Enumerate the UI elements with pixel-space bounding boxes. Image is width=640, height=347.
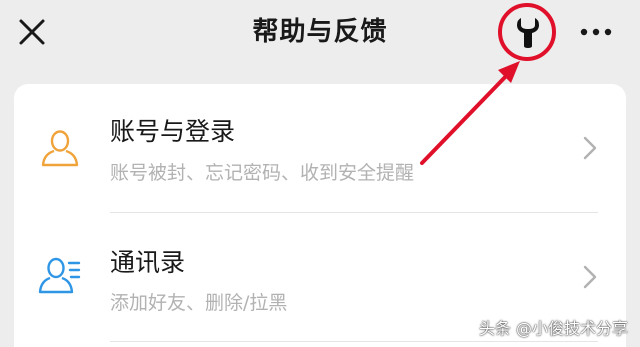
more-button[interactable] (574, 14, 618, 50)
chevron-right-icon (583, 265, 597, 289)
close-icon (19, 19, 45, 45)
item-subtitle: 添加好友、删除/拉黑 (110, 292, 288, 314)
person-outline-icon (41, 130, 79, 167)
wrench-icon (517, 18, 539, 48)
watermark: 头条 @小俊技术分享 (478, 319, 628, 338)
contacts-icon (38, 257, 81, 294)
repair-tool-button[interactable] (508, 12, 548, 52)
item-title: 通讯录 (110, 248, 186, 277)
item-title: 账号与登录 (110, 117, 236, 146)
list-item-account-login[interactable]: 账号与登录 账号被封、忘记密码、收到安全提醒 (14, 84, 626, 212)
help-topics-card: 账号与登录 账号被封、忘记密码、收到安全提醒 通讯录 添加好友、删除/拉黑 (14, 84, 626, 347)
help-feedback-page: 帮助与反馈 账号与登录 账号被封、忘记密码、收到安全提醒 通讯录 添加好友、删除… (0, 0, 640, 347)
more-icon (580, 28, 612, 36)
item-subtitle: 账号被封、忘记密码、收到安全提醒 (110, 162, 415, 184)
divider (110, 341, 598, 342)
top-bar: 帮助与反馈 (0, 0, 640, 66)
close-button[interactable] (14, 14, 50, 50)
chevron-right-icon (583, 136, 597, 160)
